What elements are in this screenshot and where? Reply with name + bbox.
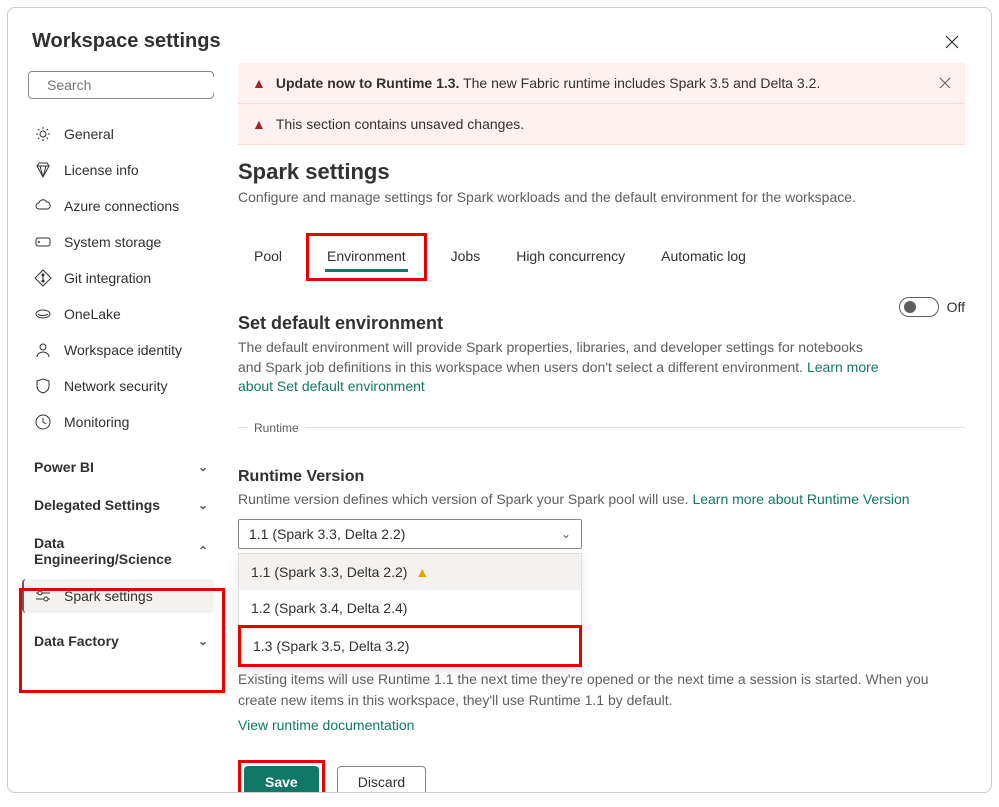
learn-more-runtime-link[interactable]: Learn more about Runtime Version	[692, 491, 909, 507]
tab-pool[interactable]: Pool	[238, 238, 298, 276]
close-icon	[939, 77, 951, 89]
sidebar-item-label: Azure connections	[64, 198, 179, 214]
update-banner: ▲ Update now to Runtime 1.3. The new Fab…	[238, 63, 965, 104]
sidebar-item-label: Network security	[64, 378, 167, 394]
sidebar-item-azure[interactable]: Azure connections	[28, 189, 214, 223]
gear-icon	[34, 125, 52, 143]
unsaved-banner: ▲ This section contains unsaved changes.	[238, 104, 965, 145]
toggle-label: Off	[947, 299, 965, 315]
section-datafactory[interactable]: Data Factory ⌄	[28, 623, 214, 659]
lake-icon	[34, 305, 52, 323]
chevron-down-icon: ⌄	[561, 527, 571, 541]
sidebar-item-label: Monitoring	[64, 414, 129, 430]
sidebar-item-spark-settings[interactable]: Spark settings	[22, 579, 214, 613]
sidebar-item-label: Workspace identity	[64, 342, 182, 358]
tab-jobs[interactable]: Jobs	[435, 238, 497, 276]
runtime-existing-note: Existing items will use Runtime 1.1 the …	[238, 669, 965, 711]
sidebar-item-label: General	[64, 126, 114, 142]
cloud-icon	[34, 197, 52, 215]
save-button[interactable]: Save	[244, 766, 319, 792]
tab-high-concurrency[interactable]: High concurrency	[500, 238, 641, 276]
search-input[interactable]	[47, 77, 228, 93]
runtime-option-1-3[interactable]: 1.3 (Spark 3.5, Delta 3.2)	[238, 625, 582, 667]
section-subtitle: Configure and manage settings for Spark …	[238, 189, 965, 205]
sidebar-item-storage[interactable]: System storage	[28, 225, 214, 259]
default-env-desc: The default environment will provide Spa…	[238, 338, 879, 397]
chevron-up-icon: ⌃	[198, 544, 208, 558]
chevron-down-icon: ⌄	[198, 634, 208, 648]
discard-button[interactable]: Discard	[337, 766, 426, 792]
runtime-version-desc: Runtime version defines which version of…	[238, 490, 965, 510]
git-icon	[34, 269, 52, 287]
default-env-toggle[interactable]	[899, 297, 939, 317]
runtime-option-1-1[interactable]: 1.1 (Spark 3.3, Delta 2.2) ▲	[239, 554, 581, 590]
sidebar-item-label: OneLake	[64, 306, 121, 322]
section-dataeng[interactable]: Data Engineering/Science ⌃	[28, 525, 214, 577]
shield-icon	[34, 377, 52, 395]
runtime-version-dropdown[interactable]: 1.1 (Spark 3.3, Delta 2.2) ⌄	[238, 519, 582, 549]
warning-icon: ▲	[415, 564, 429, 580]
runtime-version-title: Runtime Version	[238, 468, 965, 486]
warning-icon: ▲	[252, 75, 266, 91]
runtime-option-1-2[interactable]: 1.2 (Spark 3.4, Delta 2.4)	[239, 590, 581, 626]
sidebar-item-label: Spark settings	[64, 588, 153, 604]
runtime-version-options: 1.1 (Spark 3.3, Delta 2.2) ▲ 1.2 (Spark …	[238, 553, 582, 667]
sidebar-item-label: License info	[64, 162, 139, 178]
warning-icon: ▲	[252, 116, 266, 132]
view-runtime-docs-link[interactable]: View runtime documentation	[238, 715, 965, 736]
close-button[interactable]	[937, 31, 967, 53]
banner-close-button[interactable]	[939, 77, 951, 89]
sidebar-item-identity[interactable]: Workspace identity	[28, 333, 214, 367]
sidebar-item-monitoring[interactable]: Monitoring	[28, 405, 214, 439]
sidebar-item-label: System storage	[64, 234, 161, 250]
identity-icon	[34, 341, 52, 359]
chevron-down-icon: ⌄	[198, 498, 208, 512]
sidebar-item-license[interactable]: License info	[28, 153, 214, 187]
search-input-wrapper[interactable]	[28, 71, 214, 99]
section-powerbi[interactable]: Power BI ⌄	[28, 449, 214, 485]
sidebar-item-onelake[interactable]: OneLake	[28, 297, 214, 331]
chevron-down-icon: ⌄	[198, 460, 208, 474]
close-icon	[945, 35, 959, 49]
monitor-icon	[34, 413, 52, 431]
tab-automatic-log[interactable]: Automatic log	[645, 238, 762, 276]
storage-icon	[34, 233, 52, 251]
section-delegated[interactable]: Delegated Settings ⌄	[28, 487, 214, 523]
sliders-icon	[34, 587, 52, 605]
sidebar-item-general[interactable]: General	[28, 117, 214, 151]
sidebar-item-git[interactable]: Git integration	[28, 261, 214, 295]
runtime-fieldset-label: Runtime	[248, 421, 305, 435]
tab-environment[interactable]: Environment	[311, 238, 422, 276]
default-env-title: Set default environment	[238, 313, 879, 334]
page-title: Workspace settings	[32, 30, 221, 53]
sidebar-item-label: Git integration	[64, 270, 151, 286]
diamond-icon	[34, 161, 52, 179]
section-title: Spark settings	[238, 159, 965, 185]
sidebar-item-network[interactable]: Network security	[28, 369, 214, 403]
